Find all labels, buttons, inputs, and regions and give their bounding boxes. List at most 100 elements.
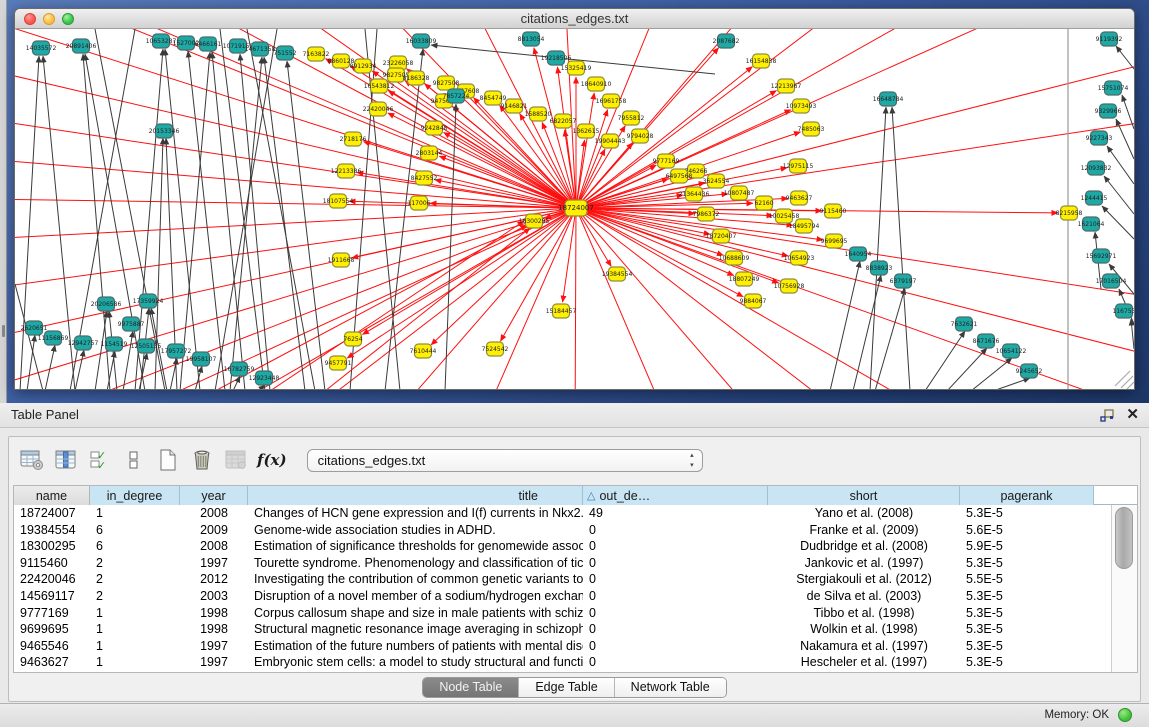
graph-node[interactable]: 6822057 — [550, 114, 577, 128]
function-builder-icon[interactable]: f(x) — [257, 451, 287, 469]
table-cell[interactable]: 2008 — [180, 505, 248, 522]
table-cell[interactable]: 5.6E-5 — [960, 522, 1094, 539]
graph-node[interactable]: 15751074 — [1098, 81, 1129, 95]
graph-node[interactable]: 15184457 — [546, 304, 577, 318]
graph-node[interactable]: 9794028 — [627, 129, 654, 143]
table-cell[interactable]: 6 — [90, 538, 180, 555]
table-cell[interactable]: 5.3E-5 — [960, 621, 1094, 638]
table-cell[interactable]: 0 — [583, 571, 768, 588]
graph-node[interactable]: 7485063 — [798, 122, 825, 136]
scrollbar-thumb[interactable] — [1115, 507, 1133, 569]
table-cell[interactable]: 5.3E-5 — [960, 638, 1094, 655]
table-cell[interactable]: 2009 — [180, 522, 248, 539]
graph-node[interactable]: 9884067 — [740, 294, 767, 308]
column-visibility-button[interactable]: ✓ ✓ — [85, 445, 115, 475]
column-header-title[interactable]: title — [248, 486, 583, 505]
table-cell[interactable]: 14569117 — [14, 588, 90, 605]
graph-node[interactable]: 10973493 — [786, 99, 817, 113]
column-header-out_de[interactable]: △out_de… — [583, 486, 768, 505]
graph-node[interactable]: 10654122 — [996, 344, 1027, 358]
table-row[interactable]: 2242004622012Investigating the contribut… — [14, 571, 1137, 588]
table-cell[interactable]: Dudbridge et al. (2008) — [768, 538, 960, 555]
table-cell[interactable]: 0 — [583, 605, 768, 622]
table-row[interactable]: 946362711997Embryonic stem cells: a mode… — [14, 654, 1137, 671]
table-cell[interactable]: 18724007 — [14, 505, 90, 522]
graph-node[interactable]: 76254 — [343, 332, 362, 346]
graph-node[interactable]: 116753 — [1113, 304, 1134, 318]
column-header-short[interactable]: short — [768, 486, 960, 505]
table-cell[interactable]: 22420046 — [14, 571, 90, 588]
graph-node[interactable]: 10025458 — [769, 209, 800, 223]
graph-node[interactable]: 751552 — [274, 46, 297, 60]
table-cell[interactable]: 1 — [90, 605, 180, 622]
graph-node[interactable]: 7524542 — [482, 342, 509, 356]
graph-node[interactable]: 10807487 — [724, 186, 755, 200]
table-cell[interactable]: Yano et al. (2008) — [768, 505, 960, 522]
graph-node[interactable]: 12942757 — [68, 336, 99, 350]
table-row[interactable]: 946554611997Estimation of the future num… — [14, 638, 1137, 655]
graph-node[interactable]: 20153346 — [149, 124, 180, 138]
graph-node[interactable]: 1621064 — [1078, 217, 1105, 231]
graph-node[interactable]: 18107554 — [323, 194, 354, 208]
graph-node[interactable]: 9119392 — [1096, 32, 1123, 46]
graph-node[interactable]: 20891406 — [66, 39, 97, 53]
graph-node[interactable]: 18495794 — [789, 219, 820, 233]
graph-node[interactable]: 18640910 — [581, 77, 612, 91]
graph-node[interactable]: 9777169 — [653, 154, 680, 168]
table-cell[interactable]: 5.3E-5 — [960, 654, 1094, 671]
tab-edge-table[interactable]: Edge Table — [519, 678, 614, 697]
table-cell[interactable]: Tibbo et al. (1998) — [768, 605, 960, 622]
graph-node[interactable]: 8471676 — [973, 334, 1000, 348]
graph-node[interactable]: 62160 — [754, 196, 773, 210]
table-cell[interactable]: Estimation of the future numbers of pati… — [248, 638, 583, 655]
graph-node[interactable]: 8838923 — [866, 261, 893, 275]
new-file-button[interactable] — [153, 445, 183, 475]
table-cell[interactable]: 2 — [90, 555, 180, 572]
graph-node[interactable]: 8427552 — [411, 171, 438, 185]
column-select-button[interactable] — [51, 445, 81, 475]
node-table[interactable]: namein_degreeyeartitle△out_de…shortpager… — [13, 485, 1138, 673]
graph-node[interactable]: 21364436 — [679, 187, 710, 201]
table-cell[interactable]: Wolkin et al. (1998) — [768, 621, 960, 638]
table-header-row[interactable]: namein_degreeyeartitle△out_de…shortpager… — [14, 486, 1137, 505]
table-cell[interactable]: 5.3E-5 — [960, 555, 1094, 572]
table-cell[interactable]: 2 — [90, 571, 180, 588]
graph-node[interactable]: 7955812 — [618, 111, 645, 125]
table-cell[interactable]: 1997 — [180, 654, 248, 671]
table-cell[interactable]: 1998 — [180, 621, 248, 638]
network-graph[interactable]: 7163822886012889129342322605898275051654… — [15, 29, 1134, 390]
graph-node[interactable]: 16648784 — [873, 92, 904, 106]
graph-node[interactable]: 8813054 — [518, 32, 545, 46]
delete-icon[interactable] — [187, 445, 217, 475]
table-cell[interactable]: 1 — [90, 654, 180, 671]
column-header-year[interactable]: year — [180, 486, 248, 505]
table-settings-button[interactable] — [17, 445, 47, 475]
table-vertical-scrollbar[interactable] — [1111, 505, 1137, 672]
table-cell[interactable]: 5.9E-5 — [960, 538, 1094, 555]
table-body[interactable]: 1872400712008Changes of HCN gene express… — [14, 505, 1137, 671]
graph-node[interactable]: 1911668 — [328, 253, 355, 267]
graph-node[interactable]: 2620651 — [21, 321, 48, 335]
graph-node[interactable]: 17359924 — [133, 294, 164, 308]
tab-network-table[interactable]: Network Table — [615, 678, 726, 697]
graph-node[interactable]: 12093832 — [1081, 161, 1112, 175]
graph-node[interactable]: 9463627 — [786, 191, 813, 205]
graph-node[interactable]: 1244415 — [1081, 191, 1108, 205]
table-row[interactable]: 1830029562008Estimation of significance … — [14, 538, 1137, 555]
table-cell[interactable]: Estimation of significance thresholds fo… — [248, 538, 583, 555]
network-window-titlebar[interactable]: citations_edges.txt — [15, 9, 1134, 29]
table-cell[interactable]: 1998 — [180, 605, 248, 622]
graph-node[interactable]: 12975115 — [783, 159, 814, 173]
table-cell[interactable]: 5.3E-5 — [960, 605, 1094, 622]
float-window-icon[interactable] — [1100, 409, 1114, 422]
graph-node[interactable]: 7632621 — [951, 317, 978, 331]
graph-node[interactable]: 15325419 — [561, 61, 592, 75]
graph-node[interactable]: 19218506 — [541, 51, 572, 65]
table-cell[interactable]: 1 — [90, 638, 180, 655]
table-cell[interactable]: 5.5E-5 — [960, 571, 1094, 588]
table-cell[interactable]: 2008 — [180, 538, 248, 555]
graph-node[interactable]: 12213386 — [331, 164, 362, 178]
table-cell[interactable]: 0 — [583, 654, 768, 671]
graph-node[interactable]: 1362615 — [573, 124, 600, 138]
graph-node[interactable]: 1640954 — [845, 247, 872, 261]
